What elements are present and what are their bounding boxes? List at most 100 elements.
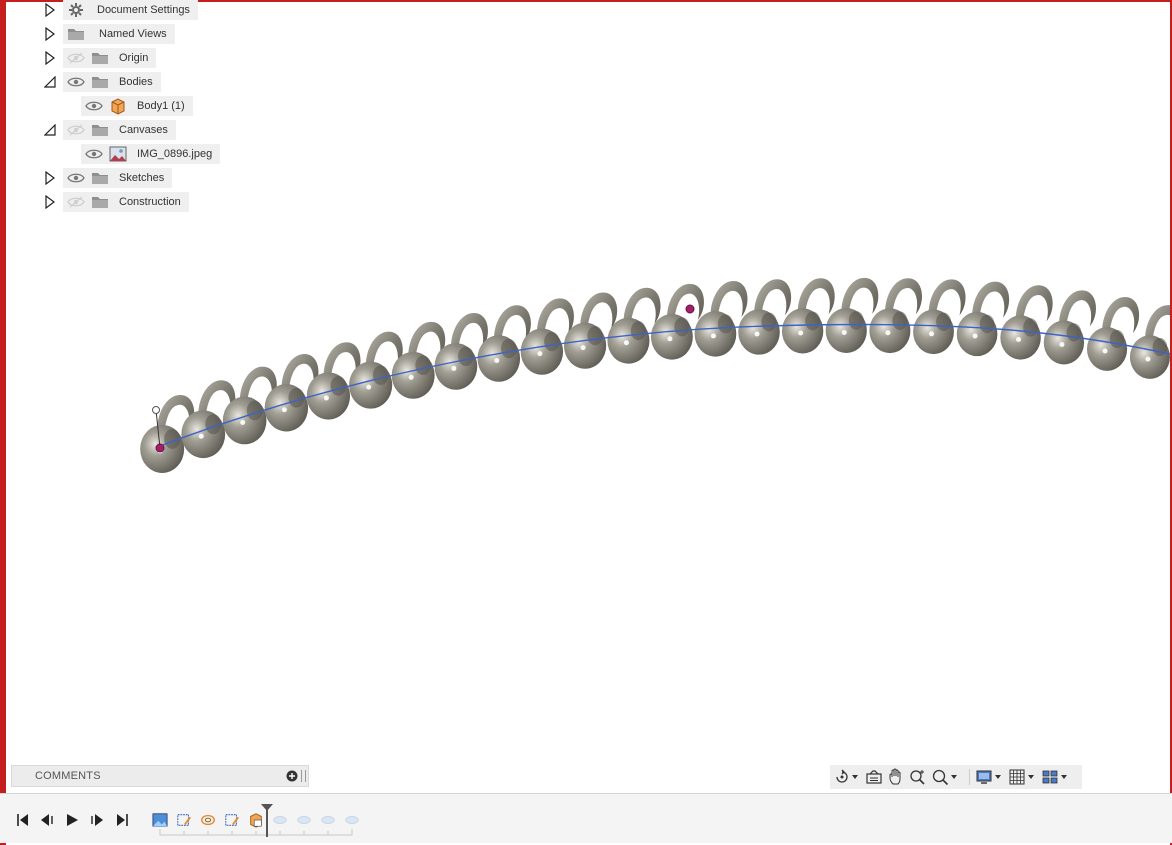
collapse-arrow-icon[interactable] bbox=[43, 74, 57, 90]
mid-point[interactable] bbox=[685, 304, 695, 314]
browser-node-label: IMG_0896.jpeg bbox=[137, 148, 213, 160]
coil-turn bbox=[738, 279, 792, 355]
pan-button[interactable] bbox=[887, 767, 905, 787]
coil-turn bbox=[563, 292, 618, 369]
browser-node-label: Origin bbox=[119, 52, 149, 64]
browser-node-origin[interactable]: Origin bbox=[43, 48, 157, 68]
image-icon bbox=[109, 146, 127, 162]
folder-icon bbox=[67, 27, 85, 41]
step-forward-icon bbox=[91, 814, 103, 826]
browser-node-pill[interactable]: Body1 (1) bbox=[81, 96, 193, 116]
expand-arrow-icon[interactable] bbox=[43, 26, 57, 42]
timeline-track bbox=[159, 829, 353, 836]
eye-icon[interactable] bbox=[67, 171, 85, 185]
navigation-bar bbox=[830, 765, 1082, 789]
sketch-feature-icon[interactable] bbox=[175, 811, 193, 829]
browser-node-label: Bodies bbox=[119, 76, 153, 88]
browser-node-pill[interactable]: IMG_0896.jpeg bbox=[81, 144, 221, 164]
browser-node-body1-1[interactable]: Body1 (1) bbox=[43, 96, 193, 116]
coil-turn bbox=[650, 283, 705, 360]
orbit-button[interactable] bbox=[834, 767, 861, 787]
browser-node-pill[interactable]: Origin bbox=[63, 48, 157, 68]
sketch-feature-icon[interactable] bbox=[223, 811, 241, 829]
canvas-feature-icon[interactable] bbox=[151, 811, 169, 829]
step-back-icon bbox=[41, 814, 53, 826]
browser-node-pill[interactable]: Named Views bbox=[63, 24, 175, 44]
chevron-down-icon[interactable] bbox=[1028, 775, 1034, 779]
go-to-end-button[interactable] bbox=[114, 812, 130, 828]
suppressed-feature-icon[interactable] bbox=[343, 811, 361, 829]
folder-icon bbox=[91, 51, 109, 65]
browser-node-pill[interactable]: Sketches bbox=[63, 168, 173, 188]
folder-icon bbox=[91, 171, 109, 185]
display-settings-icon bbox=[976, 770, 992, 784]
comments-title: COMMENTS bbox=[35, 770, 101, 782]
viewport-canvas[interactable] bbox=[6, 2, 1170, 792]
display-settings-button[interactable] bbox=[975, 767, 1004, 787]
grid-icon bbox=[1009, 769, 1025, 785]
coil-feature-icon[interactable] bbox=[199, 811, 217, 829]
chevron-down-icon[interactable] bbox=[951, 775, 957, 779]
zoom-icon bbox=[910, 770, 925, 785]
grid-settings-button[interactable] bbox=[1008, 767, 1037, 787]
start-point[interactable] bbox=[155, 443, 165, 453]
suppressed-feature-icon[interactable] bbox=[319, 811, 337, 829]
coil-body[interactable] bbox=[140, 277, 1170, 473]
eye-hidden-icon[interactable] bbox=[67, 51, 85, 65]
look-at-icon bbox=[866, 770, 882, 784]
expand-arrow-icon[interactable] bbox=[43, 194, 57, 210]
browser-node-named-views[interactable]: Named Views bbox=[43, 24, 175, 44]
zoom-button[interactable] bbox=[909, 767, 927, 787]
eye-icon[interactable] bbox=[85, 99, 103, 113]
go-to-start-button[interactable] bbox=[15, 812, 31, 828]
browser-node-document-settings[interactable]: Document Settings bbox=[43, 0, 198, 20]
browser-node-pill[interactable]: Canvases bbox=[63, 120, 176, 140]
browser-node-pill[interactable]: Construction bbox=[63, 192, 189, 212]
fit-button[interactable] bbox=[931, 767, 960, 787]
chevron-down-icon[interactable] bbox=[852, 775, 858, 779]
look-at-button[interactable] bbox=[865, 767, 883, 787]
expand-arrow-icon[interactable] bbox=[43, 50, 57, 66]
timeline-marker-icon[interactable] bbox=[260, 803, 274, 837]
gear-icon bbox=[67, 3, 85, 17]
browser-node-label: Construction bbox=[119, 196, 181, 208]
eye-hidden-icon[interactable] bbox=[67, 195, 85, 209]
step-forward-button[interactable] bbox=[89, 812, 105, 828]
toolbar-separator bbox=[969, 769, 970, 785]
folder-icon bbox=[91, 123, 109, 137]
browser-node-canvases[interactable]: Canvases bbox=[43, 120, 176, 140]
chevron-down-icon[interactable] bbox=[995, 775, 1001, 779]
expand-arrow-icon[interactable] bbox=[43, 170, 57, 186]
folder-icon bbox=[91, 75, 109, 89]
browser-node-sketches[interactable]: Sketches bbox=[43, 168, 173, 188]
fit-icon bbox=[932, 769, 949, 786]
play-button[interactable] bbox=[64, 812, 80, 828]
browser-node-label: Body1 (1) bbox=[137, 100, 185, 112]
timeline-bar bbox=[0, 793, 1172, 843]
browser-node-bodies[interactable]: Bodies bbox=[43, 72, 161, 92]
coil-turn bbox=[607, 287, 661, 364]
browser-node-label: Document Settings bbox=[97, 4, 190, 16]
browser-node-label: Named Views bbox=[99, 28, 167, 40]
add-comment-icon[interactable] bbox=[286, 770, 298, 782]
eye-icon[interactable] bbox=[85, 147, 103, 161]
browser-node-construction[interactable]: Construction bbox=[43, 192, 189, 212]
expand-arrow-icon[interactable] bbox=[43, 2, 57, 18]
browser-node-pill[interactable]: Bodies bbox=[63, 72, 161, 92]
suppressed-feature-icon[interactable] bbox=[295, 811, 313, 829]
browser-node-img-0896-jpeg[interactable]: IMG_0896.jpeg bbox=[43, 144, 221, 164]
comments-panel[interactable]: COMMENTS bbox=[11, 765, 309, 787]
collapse-arrow-icon[interactable] bbox=[43, 122, 57, 138]
eye-icon[interactable] bbox=[67, 75, 85, 89]
start-handle[interactable] bbox=[152, 406, 160, 414]
go-to-start-icon bbox=[17, 814, 28, 826]
browser-node-pill[interactable]: Document Settings bbox=[63, 0, 198, 20]
go-to-end-icon bbox=[117, 814, 128, 826]
step-back-button[interactable] bbox=[39, 812, 55, 828]
viewports-button[interactable] bbox=[1041, 767, 1070, 787]
body-icon bbox=[109, 98, 127, 115]
chevron-down-icon[interactable] bbox=[1061, 775, 1067, 779]
panel-grip-icon[interactable] bbox=[301, 770, 306, 782]
folder-icon bbox=[91, 195, 109, 209]
eye-hidden-icon[interactable] bbox=[67, 123, 85, 137]
